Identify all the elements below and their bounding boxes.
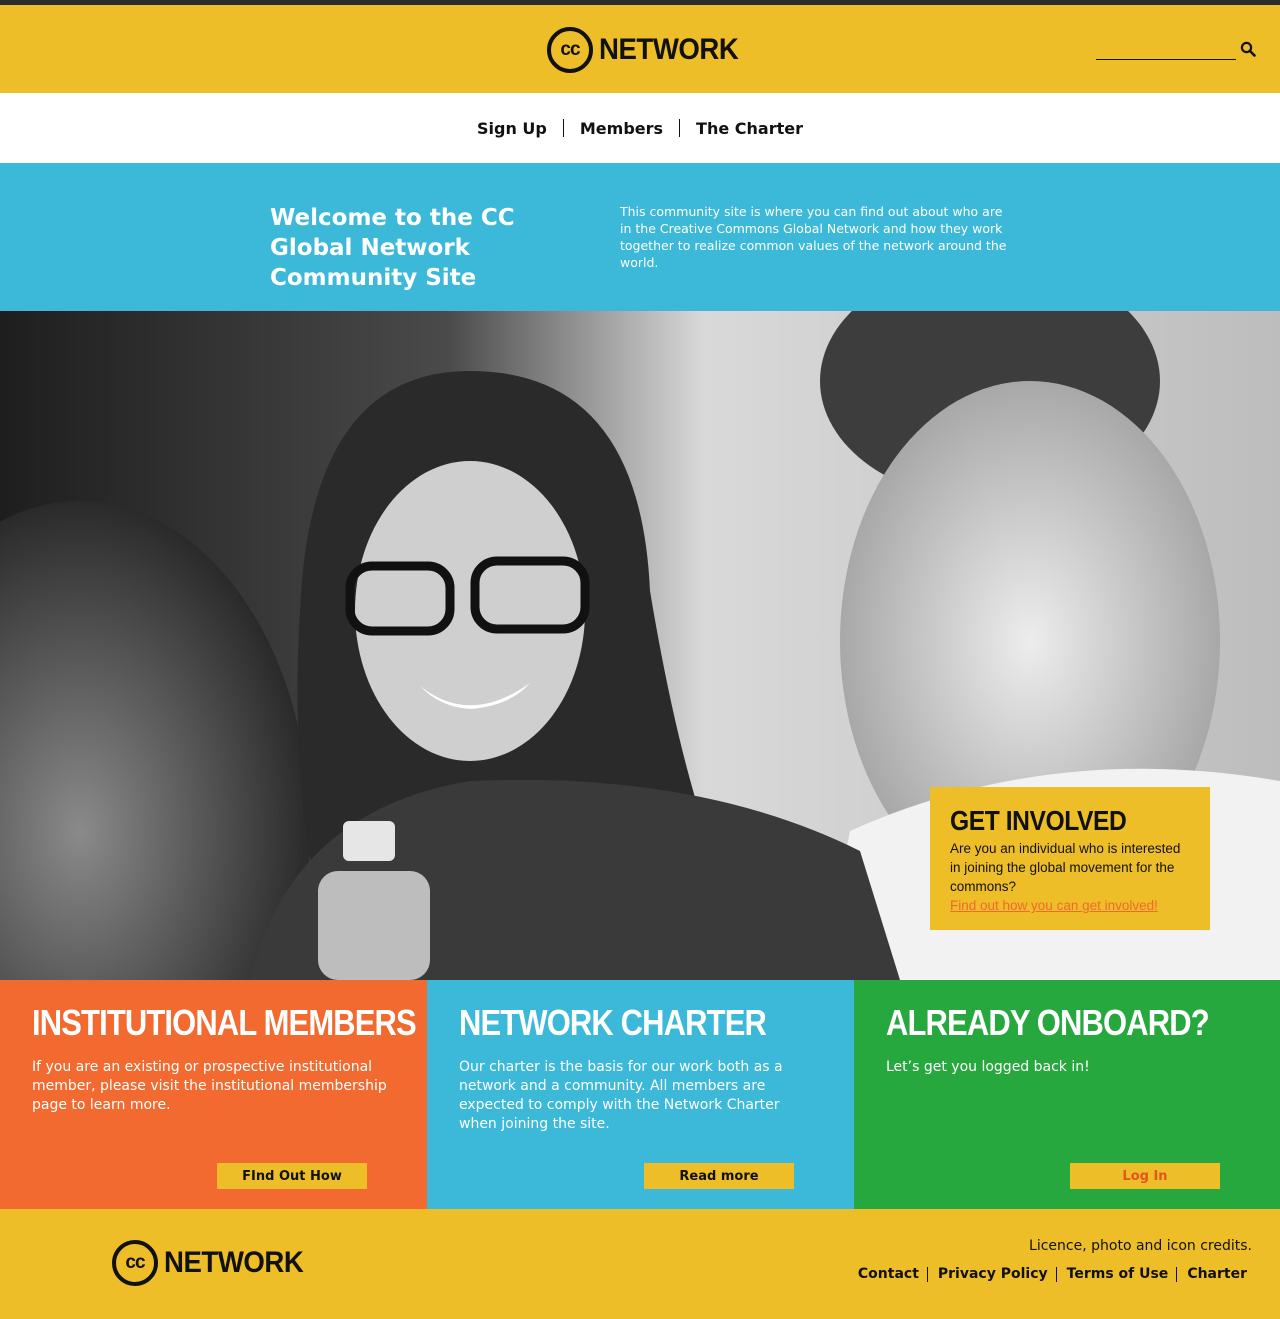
footer-divider (1055, 1266, 1057, 1282)
footer-divider (926, 1266, 928, 1282)
card-title: NETWORK CHARTER (459, 1002, 767, 1043)
welcome-description: This community site is where you can fin… (620, 204, 1007, 270)
footer-divider (1176, 1266, 1178, 1282)
welcome-banner: Welcome to the CC Global Network Communi… (0, 163, 1280, 311)
search-icon[interactable] (1240, 41, 1256, 57)
welcome-title: Welcome to the CC Global Network Communi… (270, 205, 515, 291)
read-more-button[interactable]: Read more (644, 1163, 794, 1189)
card-title: INSTITUTIONAL MEMBERS (32, 1002, 417, 1043)
get-involved-box: GET INVOLVED Are you an individual who i… (930, 787, 1210, 930)
card-text: Let’s get you logged back in! (886, 1059, 1090, 1075)
nav-members[interactable]: Members (580, 119, 663, 138)
get-involved-link[interactable]: Find out how you can get involved! (950, 896, 1190, 915)
get-involved-text: Are you an individual who is interested … (950, 841, 1181, 894)
feature-cards: INSTITUTIONAL MEMBERS If you are an exis… (0, 980, 1280, 1209)
get-involved-title: GET INVOLVED (950, 805, 1127, 836)
search-input[interactable] (1096, 38, 1236, 60)
card-already-onboard: ALREADY ONBOARD? Let’s get you logged ba… (854, 980, 1280, 1209)
site-header: cc NETWORK (0, 5, 1280, 93)
cc-network-logo[interactable]: cc NETWORK (547, 27, 750, 73)
footer-link-charter[interactable]: Charter (1187, 1266, 1247, 1282)
card-text: Our charter is the basis for our work bo… (459, 1059, 783, 1132)
site-footer: cc NETWORK Licence, photo and icon credi… (0, 1209, 1280, 1319)
card-text: If you are an existing or prospective in… (32, 1059, 387, 1113)
footer-link-terms-of-use[interactable]: Terms of Use (1067, 1266, 1169, 1282)
credits-text[interactable]: Licence, photo and icon credits. (1029, 1238, 1252, 1254)
find-out-how-button[interactable]: FInd Out How (217, 1163, 367, 1189)
footer-link-contact[interactable]: Contact (858, 1266, 919, 1282)
footer-cc-network-logo[interactable]: cc NETWORK (112, 1240, 315, 1286)
nav-the-charter[interactable]: The Charter (696, 119, 803, 138)
logo-text: NETWORK (599, 33, 739, 66)
cc-logo-mark: cc (112, 1240, 158, 1286)
card-title: ALREADY ONBOARD? (886, 1002, 1210, 1043)
nav-divider (562, 119, 564, 137)
search-box (1096, 38, 1266, 62)
footer-links: Contact Privacy Policy Terms of Use Char… (858, 1266, 1247, 1282)
log-in-button[interactable]: Log In (1070, 1163, 1220, 1189)
footer-link-privacy-policy[interactable]: Privacy Policy (938, 1266, 1048, 1282)
nav-sign-up[interactable]: Sign Up (477, 119, 547, 138)
card-network-charter: NETWORK CHARTER Our charter is the basis… (427, 980, 854, 1209)
nav-divider (679, 119, 681, 137)
logo-text: NETWORK (164, 1246, 304, 1279)
cc-logo-mark: cc (547, 27, 593, 73)
main-nav: Sign Up Members The Charter (0, 93, 1280, 163)
card-institutional-members: INSTITUTIONAL MEMBERS If you are an exis… (0, 980, 427, 1209)
